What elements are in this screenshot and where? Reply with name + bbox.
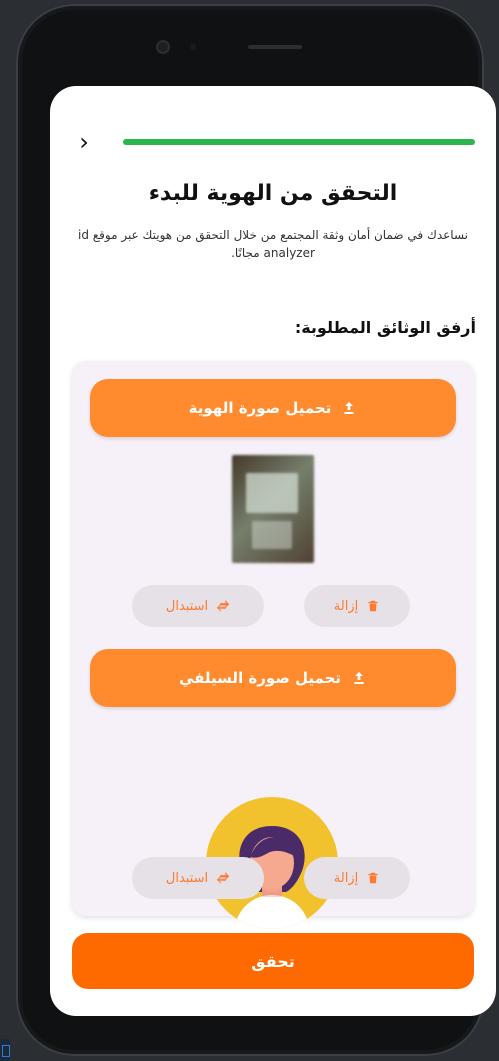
- remove-id-button[interactable]: إزالة: [304, 585, 410, 627]
- progress-bar-fill: [123, 139, 475, 145]
- verify-label: تحقق: [251, 951, 295, 971]
- remove-selfie-label: إزالة: [333, 870, 359, 886]
- verify-button[interactable]: تحقق: [72, 933, 474, 989]
- app-screen: › التحقق من الهوية للبدء نساعدك في ضمان …: [50, 86, 496, 1016]
- trash-icon: [366, 871, 380, 885]
- chevron-right-icon: ›: [79, 128, 89, 156]
- swap-icon: [216, 871, 230, 885]
- upload-icon: [351, 670, 367, 686]
- remove-id-label: إزالة: [333, 598, 359, 614]
- replace-selfie-label: استبدال: [165, 870, 209, 886]
- trash-icon: [366, 599, 380, 613]
- upload-icon: [341, 400, 357, 416]
- earpiece-speaker: [248, 45, 302, 49]
- front-camera: [158, 42, 168, 52]
- upload-id-label: تحميل صورة الهوية: [188, 399, 332, 417]
- remove-selfie-button[interactable]: إزالة: [304, 857, 410, 899]
- phone-frame: › التحقق من الهوية للبدء نساعدك في ضمان …: [16, 4, 496, 1056]
- upload-id-button[interactable]: تحميل صورة الهوية: [90, 379, 456, 437]
- progress-bar: [123, 139, 475, 145]
- desktop-artifact: [0, 1039, 10, 1061]
- proximity-sensor: [190, 44, 196, 50]
- swap-icon: [216, 599, 230, 613]
- upload-selfie-button[interactable]: تحميل صورة السيلفي: [90, 649, 456, 707]
- phone-top-bar: [16, 4, 484, 96]
- page-title: التحقق من الهوية للبدء: [148, 181, 398, 206]
- required-documents-title: أرفق الوثائق المطلوبة:: [294, 318, 476, 337]
- replace-id-label: استبدال: [165, 598, 209, 614]
- replace-id-button[interactable]: استبدال: [132, 585, 264, 627]
- id-photo-thumbnail: [232, 455, 314, 563]
- page-subtitle: نساعدك في ضمان أمان وثقة المجتمع من خلال…: [77, 228, 469, 260]
- upload-selfie-label: تحميل صورة السيلفي: [178, 669, 342, 687]
- documents-card: تحميل صورة الهوية إزالة استبدال تحميل صو…: [72, 361, 474, 929]
- replace-selfie-button[interactable]: استبدال: [132, 857, 264, 899]
- progress-row: ›: [72, 130, 475, 154]
- back-button[interactable]: ›: [72, 130, 96, 154]
